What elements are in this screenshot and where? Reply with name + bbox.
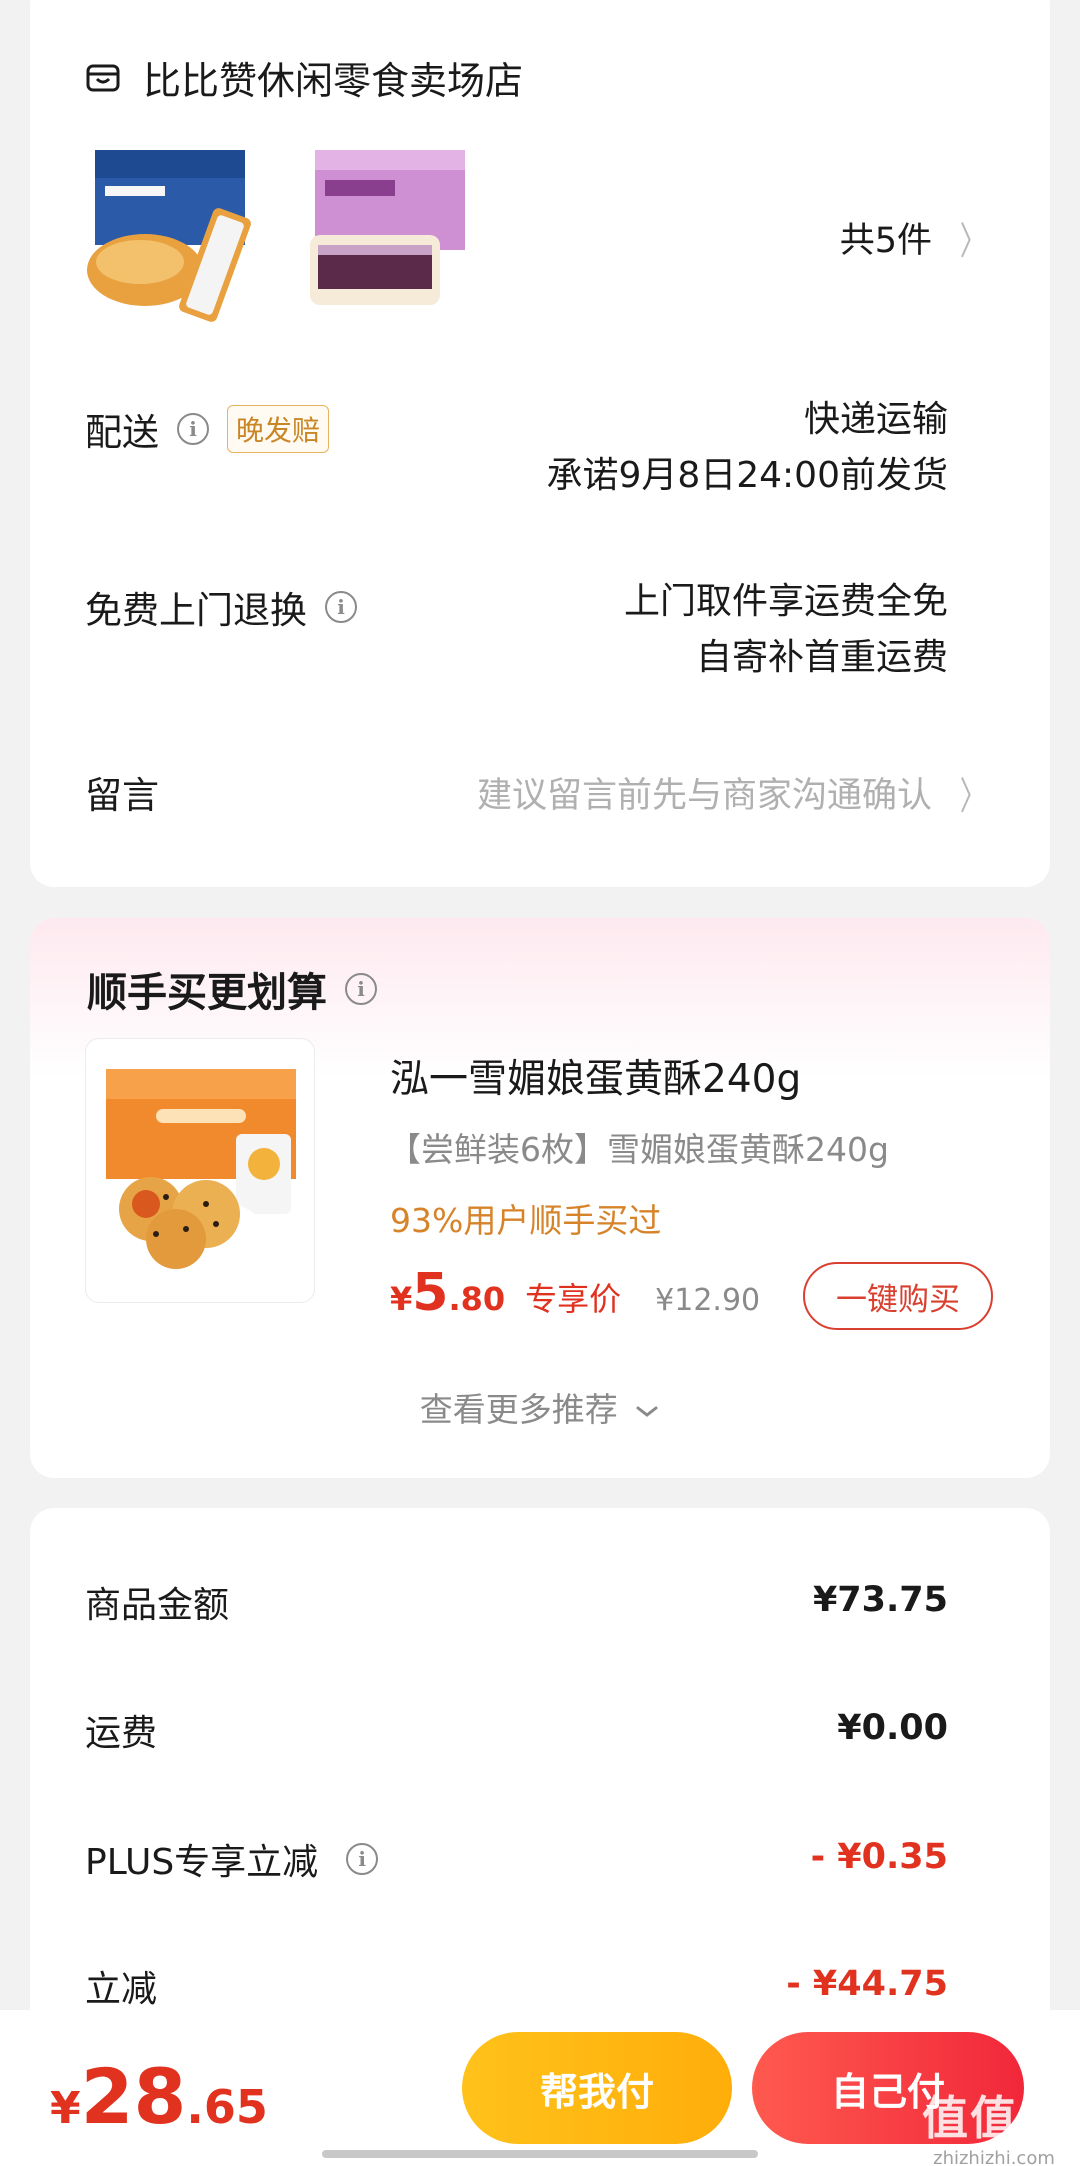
plus-discount-label: PLUS专享立减 xyxy=(85,1842,319,1883)
total-price: ¥ 28 .65 xyxy=(50,2052,268,2141)
order-card: 比比赞休闲零食卖场店 共5件 〉 配送 i 晚发赔 快递运输 承诺9月8日24:… xyxy=(30,0,1050,887)
watermark-logo: 值值值 zhizhizhi.com xyxy=(922,2091,1066,2166)
info-icon[interactable]: i xyxy=(345,973,377,1005)
late-compensation-badge: 晚发赔 xyxy=(227,405,330,453)
egg-yolk-pastry-image xyxy=(96,1069,296,1274)
plus-discount-value: - ¥0.35 xyxy=(810,1837,948,1877)
info-icon[interactable]: i xyxy=(177,413,209,445)
delivery-method: 快递运输 xyxy=(803,399,948,440)
item-count-link[interactable]: 共5件 〉 xyxy=(840,210,992,265)
recommended-product-name[interactable]: 泓一雪媚娘蛋黄酥240g xyxy=(390,1048,801,1104)
goods-amount-value: ¥73.75 xyxy=(812,1580,948,1620)
one-click-buy-button[interactable]: 一键购买 xyxy=(803,1262,993,1330)
delivery-info: 快递运输 承诺9月8日24:00前发货 xyxy=(546,392,948,504)
taro-bread-image xyxy=(310,150,465,305)
returns-line-2: 自寄补首重运费 xyxy=(695,637,948,678)
info-icon[interactable]: i xyxy=(325,591,357,623)
instant-discount-label: 立减 xyxy=(85,1969,158,2010)
product-thumbnail-1[interactable] xyxy=(85,150,260,325)
info-icon[interactable]: i xyxy=(346,1843,379,1875)
store-icon xyxy=(86,64,120,91)
chevron-right-icon: 〉 xyxy=(959,219,987,263)
exclusive-price-tag: 专享价 xyxy=(525,1280,622,1318)
item-count: 共5件 xyxy=(839,221,932,261)
message-placeholder: 建议留言前先与商家沟通确认 xyxy=(476,776,932,816)
more-recommendations-link[interactable]: 查看更多推荐 xyxy=(30,1383,1050,1431)
home-indicator[interactable] xyxy=(322,2150,758,2158)
delivery-row: 配送 i 晚发赔 xyxy=(85,402,330,456)
pastry-box-image xyxy=(87,150,251,322)
order-confirm-page: 比比赞休闲零食卖场店 共5件 〉 配送 i 晚发赔 快递运输 承诺9月8日24:… xyxy=(0,0,1080,2166)
chevron-right-icon: 〉 xyxy=(959,774,987,818)
shipping-fee-value: ¥0.00 xyxy=(837,1708,948,1748)
returns-row: 免费上门退换 i xyxy=(85,580,357,634)
recommended-price: ¥ 5 .80 专享价 ¥12.90 xyxy=(390,1263,761,1323)
recommended-product-spec: 【尝鲜装6枚】雪媚娘蛋黄酥240g xyxy=(388,1130,889,1169)
product-thumbnail-2[interactable] xyxy=(300,150,475,325)
goods-amount-label: 商品金额 xyxy=(85,1585,230,1626)
help-me-pay-button[interactable]: 帮我付 xyxy=(462,2032,732,2144)
original-price: ¥12.90 xyxy=(655,1283,761,1318)
instant-discount-value: - ¥44.75 xyxy=(786,1964,948,2004)
returns-label: 免费上门退换 xyxy=(85,589,307,632)
checkout-bar: ¥ 28 .65 帮我付 自己付 xyxy=(0,2010,1080,2166)
message-label: 留言 xyxy=(85,774,159,817)
chevron-down-icon xyxy=(636,1406,658,1417)
shipping-fee-label: 运费 xyxy=(85,1713,158,1754)
message-input[interactable]: 建议留言前先与商家沟通确认 〉 xyxy=(477,765,992,820)
recommendation-title: 顺手买更划算 i xyxy=(87,960,377,1018)
delivery-label: 配送 xyxy=(85,411,159,454)
delivery-promise: 承诺9月8日24:00前发货 xyxy=(546,455,948,496)
purchase-stat: 93%用户顺手买过 xyxy=(390,1201,662,1240)
message-row: 留言 xyxy=(85,765,159,819)
recommendation-card: 顺手买更划算 i 泓一雪媚娘蛋黄酥240g 【尝鲜装6枚】雪媚娘蛋黄酥240g … xyxy=(30,918,1050,1478)
store-name: 比比赞休闲零食卖场店 xyxy=(143,59,524,103)
recommended-product-image[interactable] xyxy=(85,1038,315,1303)
plus-discount-row: PLUS专享立减 i xyxy=(85,1833,379,1885)
store-header[interactable]: 比比赞休闲零食卖场店 xyxy=(85,50,523,105)
returns-info: 上门取件享运费全免 自寄补首重运费 xyxy=(624,574,948,686)
returns-line-1: 上门取件享运费全免 xyxy=(623,581,948,622)
